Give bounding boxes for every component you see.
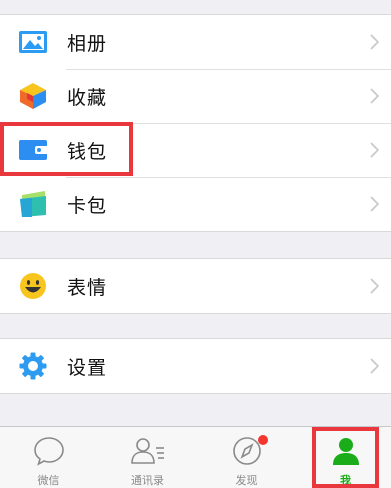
image-icon: [19, 31, 47, 53]
chevron-right-icon: [370, 196, 379, 212]
menu-group-stickers: 表情: [0, 258, 391, 314]
tab-discover[interactable]: 发现: [198, 427, 295, 488]
cube-icon: [20, 83, 46, 109]
chevron-right-icon: [370, 34, 379, 50]
chevron-right-icon: [370, 278, 379, 294]
smile-icon: [20, 273, 46, 299]
chevron-right-icon: [370, 88, 379, 104]
menu-item-album[interactable]: 相册: [0, 15, 391, 69]
discover-badge-dot: [258, 435, 268, 445]
tab-contacts[interactable]: 通讯录: [99, 427, 196, 488]
contacts-icon: [130, 438, 164, 464]
chevron-right-icon: [370, 142, 379, 158]
menu-group-settings: 设置: [0, 338, 391, 394]
menu-item-favorites[interactable]: 收藏: [0, 69, 391, 123]
menu-label-album: 相册: [67, 32, 108, 55]
card-icon: [20, 191, 46, 217]
tab-label-discover: 发现: [235, 474, 258, 487]
tab-label-contacts: 通讯录: [131, 474, 164, 487]
chat-bubble-icon: [33, 437, 64, 466]
menu-label-settings: 设置: [67, 356, 108, 379]
chevron-right-icon: [370, 358, 379, 374]
tab-label-chats: 微信: [37, 474, 60, 487]
bottom-tab-bar: 微信 通讯录 发现 我: [0, 426, 391, 488]
menu-label-cards: 卡包: [67, 194, 108, 217]
menu-label-stickers: 表情: [67, 276, 108, 299]
menu-item-stickers[interactable]: 表情: [0, 259, 391, 313]
tab-chats[interactable]: 微信: [0, 427, 97, 488]
me-tab-highlight-box: [312, 427, 379, 488]
wallet-highlight-box: [0, 122, 133, 176]
menu-label-favorites: 收藏: [67, 86, 108, 109]
gear-icon: [19, 352, 47, 380]
menu-item-settings[interactable]: 设置: [0, 339, 391, 393]
menu-item-cards[interactable]: 卡包: [0, 177, 391, 231]
